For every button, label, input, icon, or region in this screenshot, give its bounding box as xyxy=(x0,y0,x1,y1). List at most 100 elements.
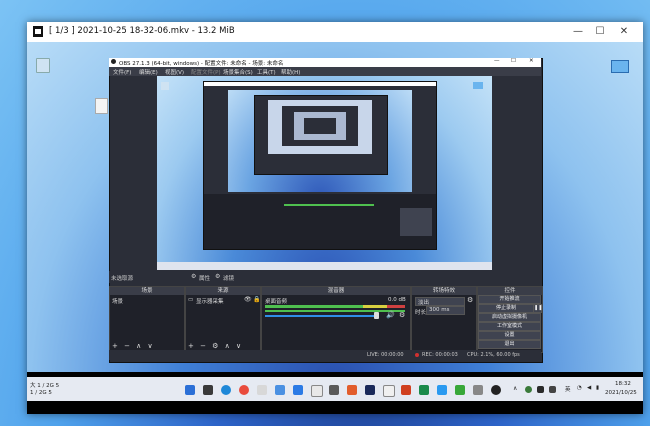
transitions-header: 转场特效 xyxy=(412,287,476,295)
lock-icon[interactable]: 🔒 xyxy=(253,296,260,303)
volume-meter-yellow xyxy=(363,305,387,308)
obs-minimize-button[interactable]: — xyxy=(494,58,500,64)
obs-menubar: 文件(F) 编辑(E) 视图(V) 配置文件(P) 场景集合(S) 工具(T) … xyxy=(109,67,541,76)
mpv-title: [ 1/3 ] 2021-10-25 18-32-06.mkv - 13.2 M… xyxy=(49,26,235,36)
obs-title-bar[interactable]: OBS 27.1.3 (64-bit, windows) - 配置文件: 未命名… xyxy=(109,58,541,67)
edge-icon[interactable] xyxy=(221,385,231,395)
clock-date[interactable]: 2021/10/25 xyxy=(605,390,637,396)
mpv-title-bar[interactable]: [ 1/3 ] 2021-10-25 18-32-06.mkv - 13.2 M… xyxy=(27,22,643,42)
taskview-icon[interactable] xyxy=(203,385,213,395)
obs-taskbar-icon[interactable] xyxy=(491,385,501,395)
mixer-dock: 混音器 桌面音频 0.0 dB 🔊 ⚙ xyxy=(261,286,411,353)
preview-recycle-icon xyxy=(161,82,169,90)
scene-item[interactable]: 场景 xyxy=(112,297,123,305)
maximize-button[interactable]: ☐ xyxy=(593,25,607,39)
minimize-button[interactable]: — xyxy=(571,25,585,39)
volume-meter-2 xyxy=(265,310,405,312)
volume-icon[interactable]: ◀ xyxy=(587,385,591,391)
app-icon-1[interactable] xyxy=(257,385,267,395)
ime-lang[interactable]: 英 xyxy=(565,385,571,393)
filters-button[interactable]: 滤镜 xyxy=(223,274,234,282)
menu-edit[interactable]: 编辑(E) xyxy=(139,68,158,76)
app-icon-6[interactable] xyxy=(383,385,395,397)
tray-chevron-icon[interactable]: ∧ xyxy=(513,385,517,392)
rec-status: REC: 00:00:03 xyxy=(422,352,458,358)
volume-meter-green xyxy=(265,305,363,308)
menu-view[interactable]: 视图(V) xyxy=(165,68,184,76)
pause-button[interactable]: ❚❚ xyxy=(533,304,542,313)
obs-statusbar: LIVE: 00:00:00 REC: 00:00:03 CPU: 2.1%, … xyxy=(109,350,541,360)
app-icon-9[interactable] xyxy=(437,385,447,395)
clock-time[interactable]: 18:32 xyxy=(615,381,631,387)
scenes-dock: 场景 场景 + − ∧ ∨ xyxy=(109,286,185,353)
obs-close-button[interactable]: ✕ xyxy=(529,58,534,64)
menu-scene-collection[interactable]: 场景集合(S) xyxy=(223,68,253,76)
menu-tools[interactable]: 工具(T) xyxy=(257,68,276,76)
menu-help[interactable]: 帮助(H) xyxy=(281,68,300,76)
tray-icon-2[interactable] xyxy=(537,386,544,393)
chrome-icon[interactable] xyxy=(239,385,249,395)
obs-logo-icon xyxy=(111,59,116,64)
transition-select[interactable]: 淡出 xyxy=(415,297,465,306)
app-icon-10[interactable] xyxy=(455,385,465,395)
app-icon-11[interactable] xyxy=(473,385,483,395)
scenes-toolbar[interactable]: + − ∧ ∨ xyxy=(112,342,155,350)
properties-button[interactable]: 属性 xyxy=(199,274,210,282)
wifi-icon[interactable]: ◔ xyxy=(577,385,582,391)
app-icon-5[interactable] xyxy=(347,385,357,395)
eye-icon[interactable]: 👁 xyxy=(244,296,252,303)
taskbar-left-line1: 大 1 / 2G 5 xyxy=(30,383,60,389)
stop-recording-button[interactable]: 停止录制 xyxy=(478,304,534,313)
speaker-icon[interactable]: 🔊 xyxy=(386,311,395,319)
photoshop-icon[interactable] xyxy=(365,385,375,395)
app-icon-7[interactable] xyxy=(401,385,411,395)
app-icon-2[interactable] xyxy=(275,385,285,395)
source-item[interactable]: 显示器采集 xyxy=(196,297,224,305)
obs-maximize-button[interactable]: ☐ xyxy=(511,58,516,64)
recycle-bin-icon xyxy=(33,58,53,73)
volume-slider[interactable] xyxy=(265,315,375,317)
virtual-camera-button[interactable]: 启动虚拟摄像机 xyxy=(478,313,541,322)
typora-icon[interactable] xyxy=(311,385,323,397)
monitor-small-icon: ▭ xyxy=(188,297,194,303)
desktop-audio-label: 桌面音频 xyxy=(265,299,288,305)
obs-title: OBS 27.1.3 (64-bit, windows) - 配置文件: 未命名… xyxy=(119,61,284,67)
recorded-taskbar: 大 1 / 2G 5 1 / 2G 5 ∧ 英 ◔ ◀ ▮ 18:32 2021… xyxy=(27,377,643,401)
tray-icon-1[interactable] xyxy=(525,386,532,393)
start-icon[interactable] xyxy=(185,385,195,395)
app-icon-8[interactable] xyxy=(419,385,429,395)
sources-toolbar[interactable]: + − ⚙ ∧ ∨ xyxy=(188,342,243,350)
exit-button[interactable]: 退出 xyxy=(478,340,541,349)
settings-button[interactable]: 设置 xyxy=(478,331,541,340)
mpv-app-icon xyxy=(33,26,43,37)
cpu-status: CPU: 2.1%, 60.00 fps xyxy=(467,352,520,358)
tray-icon-3[interactable] xyxy=(549,386,556,393)
mpv-bottom-bar xyxy=(27,401,643,414)
transition-gear-icon[interactable]: ⚙ xyxy=(467,296,473,304)
gear-icon[interactable]: ⚙ xyxy=(191,273,196,280)
preview-monitor-icon xyxy=(473,82,483,89)
mixer-header: 混音器 xyxy=(262,287,410,295)
app-icon-4[interactable] xyxy=(329,385,339,395)
volume-meter-red xyxy=(387,305,405,308)
duration-label: 时长 xyxy=(415,310,427,316)
audio-db-value: 0.0 dB xyxy=(388,297,406,303)
menu-profile[interactable]: 配置文件(P) xyxy=(191,68,221,76)
rec-indicator-icon xyxy=(415,353,419,357)
filter-icon[interactable]: ⚙ xyxy=(215,273,220,280)
volume-slider-handle[interactable] xyxy=(374,312,379,319)
live-status: LIVE: 00:00:00 xyxy=(367,352,404,358)
studio-mode-button[interactable]: 工作室模式 xyxy=(478,322,541,331)
monitor-icon xyxy=(611,60,629,73)
duration-input[interactable]: 300 ms xyxy=(426,306,465,315)
menu-file[interactable]: 文件(F) xyxy=(113,68,131,76)
mixer-gear-icon[interactable]: ⚙ xyxy=(399,311,405,319)
preview-taskbar xyxy=(157,262,492,270)
controls-header: 控件 xyxy=(478,287,542,295)
obs-preview[interactable] xyxy=(157,76,492,270)
app-icon-3[interactable] xyxy=(293,385,303,395)
close-button[interactable]: ✕ xyxy=(617,25,631,39)
scenes-header: 场景 xyxy=(110,287,184,295)
battery-icon[interactable]: ▮ xyxy=(596,385,599,391)
start-streaming-button[interactable]: 开始推流 xyxy=(478,295,541,304)
